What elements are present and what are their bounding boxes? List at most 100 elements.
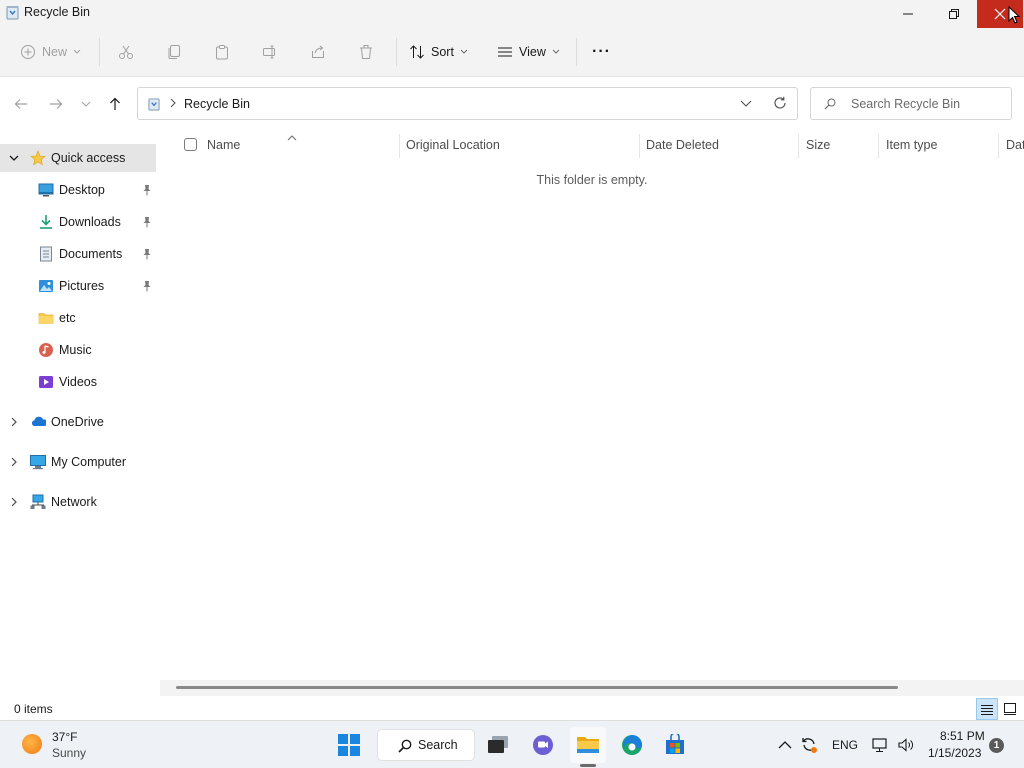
sidebar-item-quick-access[interactable]: Quick access — [0, 144, 156, 172]
address-dropdown-icon[interactable] — [740, 98, 752, 112]
sidebar-item-my-computer[interactable]: My Computer — [0, 448, 156, 476]
sort-label: Sort — [431, 45, 454, 59]
copy-icon — [168, 45, 180, 59]
delete-button[interactable] — [358, 40, 374, 64]
documents-icon — [38, 246, 54, 262]
sidebar-item-label: Videos — [59, 375, 97, 389]
minimize-button[interactable] — [885, 0, 931, 28]
file-explorer-taskbar-button[interactable] — [570, 727, 606, 763]
select-all-checkbox[interactable] — [184, 138, 197, 151]
window-title: Recycle Bin — [24, 5, 90, 19]
sidebar-item-etc[interactable]: etc — [0, 304, 156, 332]
pin-icon[interactable] — [141, 280, 153, 292]
copy-button[interactable] — [166, 40, 182, 64]
restore-button[interactable] — [931, 0, 977, 28]
notification-badge[interactable]: 1 — [989, 738, 1004, 753]
scrollbar-thumb[interactable] — [176, 686, 898, 689]
horizontal-scrollbar[interactable] — [160, 680, 1024, 696]
sidebar-item-documents[interactable]: Documents — [0, 240, 156, 268]
status-bar: 0 items — [0, 698, 1024, 720]
column-header-date-deleted[interactable]: Date Deleted — [646, 138, 719, 152]
sidebar-item-label: Pictures — [59, 279, 105, 293]
sidebar-item-network[interactable]: Network — [0, 488, 156, 516]
column-header-original-location[interactable]: Original Location — [406, 138, 500, 152]
sidebar-item-label: Music — [59, 343, 92, 357]
search-icon — [398, 739, 412, 756]
chevron-right-icon[interactable] — [8, 416, 20, 428]
sidebar-item-downloads[interactable]: Downloads — [0, 208, 156, 236]
breadcrumb[interactable]: Recycle Bin — [184, 97, 250, 111]
clock-time[interactable]: 8:51 PM — [940, 729, 985, 743]
back-button[interactable] — [12, 95, 30, 113]
network-status-icon[interactable] — [872, 736, 890, 754]
new-button[interactable]: New — [20, 40, 81, 64]
cut-button[interactable] — [118, 40, 134, 64]
tiles-view-icon — [1004, 703, 1016, 715]
input-language[interactable]: ENG — [832, 738, 858, 752]
command-bar: New Sort View ··· — [0, 28, 1024, 77]
column-divider[interactable] — [639, 134, 640, 158]
details-view-icon — [981, 704, 993, 715]
chevron-right-icon[interactable] — [8, 496, 20, 508]
pin-icon[interactable] — [141, 248, 153, 260]
column-header-size[interactable]: Size — [806, 138, 830, 152]
up-button[interactable] — [106, 95, 124, 113]
column-divider[interactable] — [798, 134, 799, 158]
column-header-name[interactable]: Name — [207, 138, 240, 152]
search-input[interactable]: Search Recycle Bin — [810, 87, 1012, 120]
rename-icon — [263, 45, 275, 59]
sidebar-item-music[interactable]: Music — [0, 336, 156, 364]
pin-icon[interactable] — [141, 184, 153, 196]
recycle-bin-icon — [6, 5, 19, 20]
chevron-right-icon — [169, 97, 177, 112]
chevron-down-icon[interactable] — [8, 152, 20, 164]
details-view-button[interactable] — [976, 698, 998, 720]
sort-ascending-icon — [287, 130, 297, 144]
volume-icon[interactable] — [898, 736, 916, 754]
task-view-button[interactable] — [480, 727, 516, 763]
sort-button[interactable]: Sort — [409, 40, 468, 64]
paste-button[interactable] — [214, 40, 230, 64]
sort-icon — [410, 45, 424, 59]
column-divider[interactable] — [399, 134, 400, 158]
view-button[interactable]: View — [497, 40, 560, 64]
refresh-icon[interactable] — [773, 96, 787, 113]
large-icons-view-button[interactable] — [999, 698, 1021, 720]
forward-button[interactable] — [47, 95, 65, 113]
downloads-icon — [38, 214, 54, 230]
chevron-down-icon — [552, 49, 560, 54]
store-icon — [666, 734, 684, 754]
mouse-cursor-icon — [1008, 5, 1021, 27]
sidebar-item-label: Downloads — [59, 215, 121, 229]
column-header-date-modified[interactable]: Dat — [1006, 138, 1024, 152]
column-divider[interactable] — [998, 134, 999, 158]
start-button[interactable] — [331, 727, 367, 763]
share-button[interactable] — [310, 40, 326, 64]
sidebar-item-desktop[interactable]: Desktop — [0, 176, 156, 204]
sidebar-item-pictures[interactable]: Pictures — [0, 272, 156, 300]
chevron-right-icon[interactable] — [8, 456, 20, 468]
edge-button[interactable] — [614, 727, 650, 763]
file-explorer-icon — [577, 737, 599, 753]
taskbar-search-button[interactable]: Search — [377, 729, 475, 761]
sync-icon[interactable] — [800, 736, 818, 754]
rename-button[interactable] — [262, 40, 278, 64]
more-options-button[interactable]: ··· — [592, 40, 611, 64]
weather-description: Sunny — [52, 746, 87, 760]
file-list: Name Original Location Date Deleted Size… — [160, 130, 1024, 698]
address-bar[interactable]: Recycle Bin — [137, 87, 798, 120]
sidebar-item-onedrive[interactable]: OneDrive — [0, 408, 156, 436]
navigation-pane: Quick access Desktop Downloads Documents… — [0, 130, 158, 698]
pin-icon[interactable] — [141, 216, 153, 228]
microsoft-store-button[interactable] — [657, 727, 693, 763]
column-header-item-type[interactable]: Item type — [886, 138, 937, 152]
teams-chat-button[interactable] — [525, 727, 561, 763]
chevron-up-icon[interactable] — [776, 736, 794, 754]
onedrive-icon — [30, 414, 46, 430]
column-divider[interactable] — [878, 134, 879, 158]
clock-date[interactable]: 1/15/2023 — [928, 746, 981, 760]
chat-icon — [533, 735, 553, 755]
recent-locations-button[interactable] — [77, 95, 95, 113]
chevron-down-icon — [460, 49, 468, 54]
sidebar-item-videos[interactable]: Videos — [0, 368, 156, 396]
